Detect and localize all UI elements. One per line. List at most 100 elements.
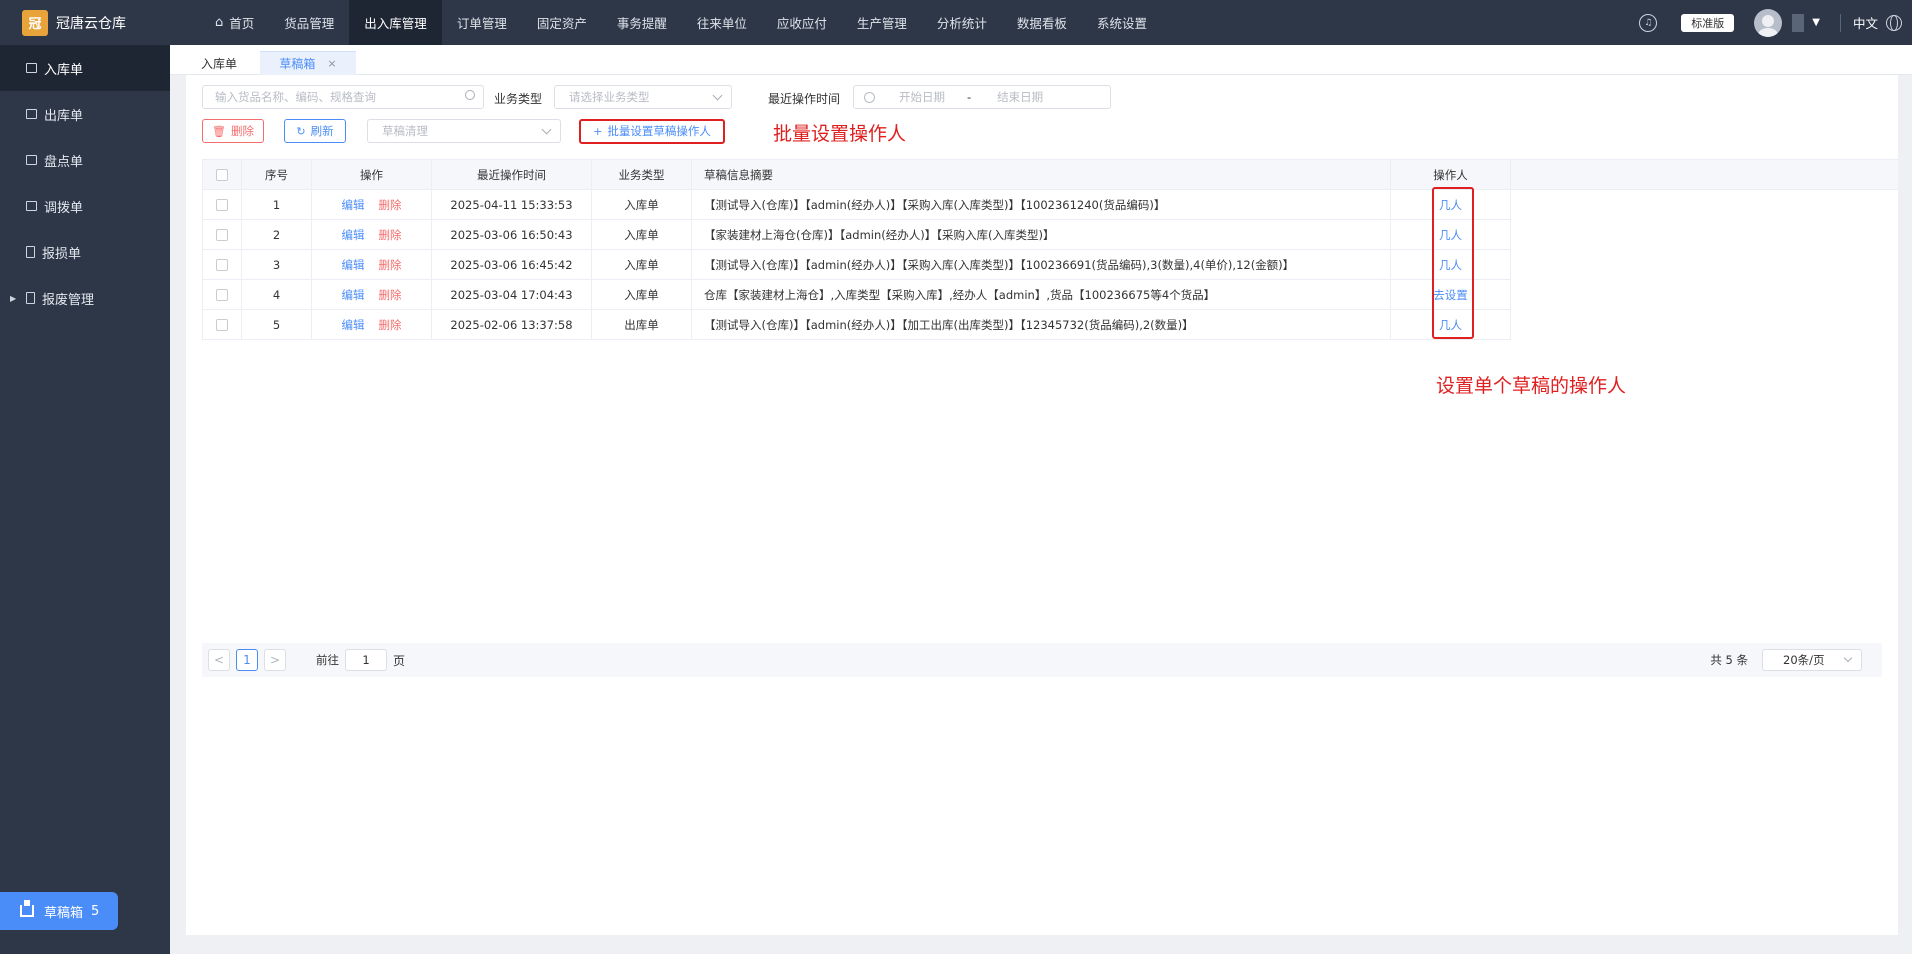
pagination: < 1 > 前往 1 页 共 5 条 20条/页 xyxy=(202,643,1882,677)
refresh-button[interactable]: ↻ 刷新 xyxy=(284,119,346,143)
folder-icon xyxy=(26,201,37,211)
edition-badge: 标准版 xyxy=(1681,13,1735,32)
single-annotation: 设置单个草稿的操作人 xyxy=(1436,375,1627,397)
document-icon xyxy=(26,246,35,258)
col-time: 最近操作时间 xyxy=(432,160,592,190)
page-tabs: 入库单 草稿箱 × xyxy=(170,45,1912,75)
draft-cleanup-select[interactable]: 草稿清理 xyxy=(367,119,561,143)
edit-link[interactable]: 编辑 xyxy=(342,197,365,213)
tab-inbound[interactable]: 入库单 xyxy=(184,51,254,75)
page-size-select[interactable]: 20条/页 xyxy=(1762,649,1862,671)
nav-item-settings[interactable]: 系统设置 xyxy=(1082,0,1162,45)
search-input[interactable]: 输入货品名称、编码、规格查询 xyxy=(202,85,484,109)
refresh-icon: ↻ xyxy=(296,124,306,138)
delete-link[interactable]: 删除 xyxy=(379,287,402,303)
nav-item-production[interactable]: 生产管理 xyxy=(842,0,922,45)
row-checkbox[interactable] xyxy=(216,199,228,211)
nav-item-assets[interactable]: 固定资产 xyxy=(522,0,602,45)
delete-link[interactable]: 删除 xyxy=(379,227,402,243)
draft-count: 5 xyxy=(91,903,100,919)
start-date[interactable]: 开始日期 xyxy=(899,89,945,105)
delete-link[interactable]: 删除 xyxy=(379,197,402,213)
logo-icon: 冠 xyxy=(22,9,48,36)
highlight-box xyxy=(579,119,725,144)
sidebar-item-stocktake[interactable]: 盘点单 xyxy=(0,137,170,183)
table-row: 4 编辑 删除 2025-03-04 17:04:43 入库单 仓库【家装建材上海… xyxy=(202,280,1511,310)
edit-link[interactable]: 编辑 xyxy=(342,257,365,273)
tab-draft-box[interactable]: 草稿箱 × xyxy=(260,51,356,75)
edit-link[interactable]: 编辑 xyxy=(342,287,365,303)
sidebar-item-transfer[interactable]: 调拨单 xyxy=(0,183,170,229)
row-checkbox[interactable] xyxy=(216,289,228,301)
nav-item-orders[interactable]: 订单管理 xyxy=(442,0,522,45)
inbox-icon xyxy=(26,63,37,73)
end-date[interactable]: 结束日期 xyxy=(997,89,1043,105)
edit-link[interactable]: 编辑 xyxy=(342,227,365,243)
row-checkbox[interactable] xyxy=(216,229,228,241)
col-type: 业务类型 xyxy=(592,160,692,190)
table-row: 1 编辑 删除 2025-04-11 15:33:53 入库单 【测试导入(仓库)… xyxy=(202,190,1511,220)
col-operator: 操作人 xyxy=(1391,160,1511,190)
table-header: 序号 操作 最近操作时间 业务类型 草稿信息摘要 操作人 xyxy=(202,160,1511,190)
top-right-tools: ♫ 标准版 ▼ 中文 xyxy=(1639,0,1912,45)
row-checkbox[interactable] xyxy=(216,319,228,331)
nav-item-partners[interactable]: 往来单位 xyxy=(682,0,762,45)
next-page-button[interactable]: > xyxy=(264,649,286,671)
delete-link[interactable]: 删除 xyxy=(379,257,402,273)
main-panel: 输入货品名称、编码、规格查询 业务类型 请选择业务类型 最近操作时间 开始日期 … xyxy=(186,75,1898,935)
sidebar-item-inbound[interactable]: 入库单 xyxy=(0,45,170,91)
sidebar: 入库单 出库单 盘点单 调拨单 报损单 ▶ 报废管理 草稿箱 5 xyxy=(0,45,170,954)
sidebar-item-outbound[interactable]: 出库单 xyxy=(0,91,170,137)
service-icon[interactable]: ♫ xyxy=(1639,13,1658,32)
col-summary: 草稿信息摘要 xyxy=(692,160,1391,190)
top-navbar: 冠 冠唐云仓库 ⌂ 首页 货品管理 出入库管理 订单管理 固定资产 事务提醒 往来… xyxy=(0,0,1912,45)
app-name: 冠唐云仓库 xyxy=(56,15,126,32)
inbox-tray-icon xyxy=(20,900,34,917)
table-row: 5 编辑 删除 2025-02-06 13:37:58 出库单 【测试导入(仓库)… xyxy=(202,310,1511,340)
draft-box-button[interactable]: 草稿箱 5 xyxy=(0,892,118,930)
biz-type-select[interactable]: 请选择业务类型 xyxy=(554,85,732,109)
trash-icon: 🗑 xyxy=(212,124,226,138)
nav-item-inout[interactable]: 出入库管理 xyxy=(349,0,442,45)
biz-type-label: 业务类型 xyxy=(494,92,543,106)
nav-item-home[interactable]: ⌂ 首页 xyxy=(200,0,269,45)
nav-item-dashboard[interactable]: 数据看板 xyxy=(1002,0,1082,45)
avatar[interactable] xyxy=(1754,8,1783,37)
nav-item-analytics[interactable]: 分析统计 xyxy=(922,0,1002,45)
delete-link[interactable]: 删除 xyxy=(379,317,402,333)
chevron-down-icon xyxy=(712,90,723,101)
time-label: 最近操作时间 xyxy=(768,92,841,106)
nav-item-reminders[interactable]: 事务提醒 xyxy=(602,0,682,45)
page-1-button[interactable]: 1 xyxy=(236,649,258,671)
goto-label: 前往 xyxy=(316,653,339,667)
draft-table: 序号 操作 最近操作时间 业务类型 草稿信息摘要 操作人 1 编辑 删除 2025… xyxy=(202,159,1898,655)
edit-link[interactable]: 编辑 xyxy=(342,317,365,333)
delete-button[interactable]: 🗑 删除 xyxy=(202,119,264,143)
table-row: 3 编辑 删除 2025-03-06 16:45:42 入库单 【测试导入(仓库)… xyxy=(202,250,1511,280)
globe-icon[interactable] xyxy=(1886,14,1902,31)
table-header-fill xyxy=(1511,160,1898,190)
goto-page-input[interactable]: 1 xyxy=(345,649,387,671)
app-logo[interactable]: 冠 冠唐云仓库 xyxy=(0,0,170,45)
chevron-down-icon[interactable]: ▼ xyxy=(1812,17,1820,28)
sidebar-item-damage[interactable]: 报损单 xyxy=(0,229,170,275)
main-nav: ⌂ 首页 货品管理 出入库管理 订单管理 固定资产 事务提醒 往来单位 应收应付 … xyxy=(200,0,1162,45)
col-op: 操作 xyxy=(312,160,432,190)
folder-icon xyxy=(26,109,37,119)
username-redacted[interactable] xyxy=(1792,13,1805,32)
caret-right-icon: ▶ xyxy=(10,293,17,303)
table-row: 2 编辑 删除 2025-03-06 16:50:43 入库单 【家装建材上海仓(… xyxy=(202,220,1511,250)
total-count: 共 5 条 xyxy=(1710,653,1748,667)
nav-item-goods[interactable]: 货品管理 xyxy=(269,0,349,45)
nav-item-receivables[interactable]: 应收应付 xyxy=(762,0,842,45)
prev-page-button[interactable]: < xyxy=(208,649,230,671)
close-icon[interactable]: × xyxy=(327,57,336,70)
select-all-checkbox[interactable] xyxy=(216,169,228,181)
row-checkbox[interactable] xyxy=(216,259,228,271)
search-icon xyxy=(465,90,475,100)
date-range-picker[interactable]: 开始日期 - 结束日期 xyxy=(853,85,1111,109)
sidebar-item-scrap[interactable]: ▶ 报废管理 xyxy=(0,275,170,321)
batch-annotation: 批量设置操作人 xyxy=(773,123,907,145)
language-switch[interactable]: 中文 xyxy=(1853,13,1878,32)
clock-icon xyxy=(864,91,875,103)
